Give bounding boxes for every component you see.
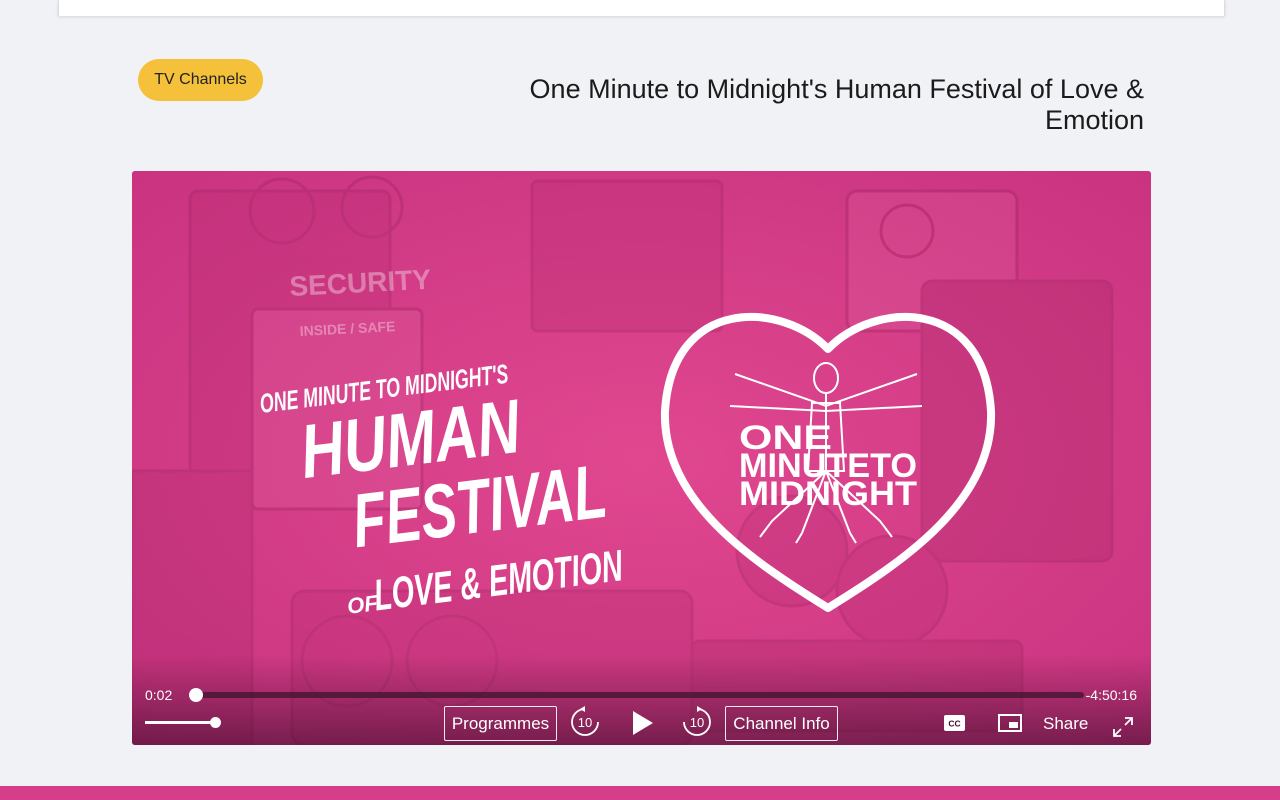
category-tag-button[interactable]: TV Channels — [138, 59, 263, 101]
video-player[interactable]: SECURITY INSIDE / SAFE ONE MINUTE TO MID… — [132, 171, 1151, 745]
forward-10-label: 10 — [690, 715, 704, 730]
closed-captions-icon: CC — [944, 715, 965, 731]
forward-10-icon: 10 — [683, 706, 711, 736]
fullscreen-button[interactable] — [1112, 716, 1134, 738]
time-elapsed: 0:02 — [145, 687, 173, 703]
picture-in-picture-icon — [998, 714, 1022, 732]
seek-bar[interactable] — [196, 692, 1084, 698]
programmes-button[interactable]: Programmes — [444, 706, 557, 741]
top-nav-bar — [0, 0, 1280, 16]
top-nav-inner — [58, 0, 1225, 16]
picture-in-picture-button[interactable] — [998, 714, 1022, 732]
volume-fill — [145, 721, 215, 724]
closed-captions-label: CC — [948, 719, 960, 729]
logo-line3: MIDNIGHT — [739, 475, 917, 513]
rewind-10-button[interactable]: 10 — [569, 706, 601, 738]
footer-accent-bar — [0, 786, 1280, 800]
rewind-10-label: 10 — [578, 715, 592, 730]
share-button[interactable]: Share — [1043, 714, 1088, 734]
time-remaining: -4:50:16 — [1085, 687, 1137, 703]
volume-slider[interactable] — [145, 721, 215, 724]
fullscreen-icon — [1113, 717, 1133, 737]
closed-captions-button[interactable]: CC — [944, 715, 965, 731]
forward-10-button[interactable]: 10 — [681, 706, 713, 738]
rewind-10-icon: 10 — [571, 706, 599, 736]
seek-thumb[interactable] — [189, 688, 203, 702]
play-icon — [633, 711, 653, 735]
page-title: One Minute to Midnight's Human Festival … — [529, 74, 1144, 135]
play-button[interactable] — [630, 709, 656, 737]
volume-thumb[interactable] — [210, 717, 221, 728]
channel-info-button[interactable]: Channel Info — [725, 706, 838, 741]
